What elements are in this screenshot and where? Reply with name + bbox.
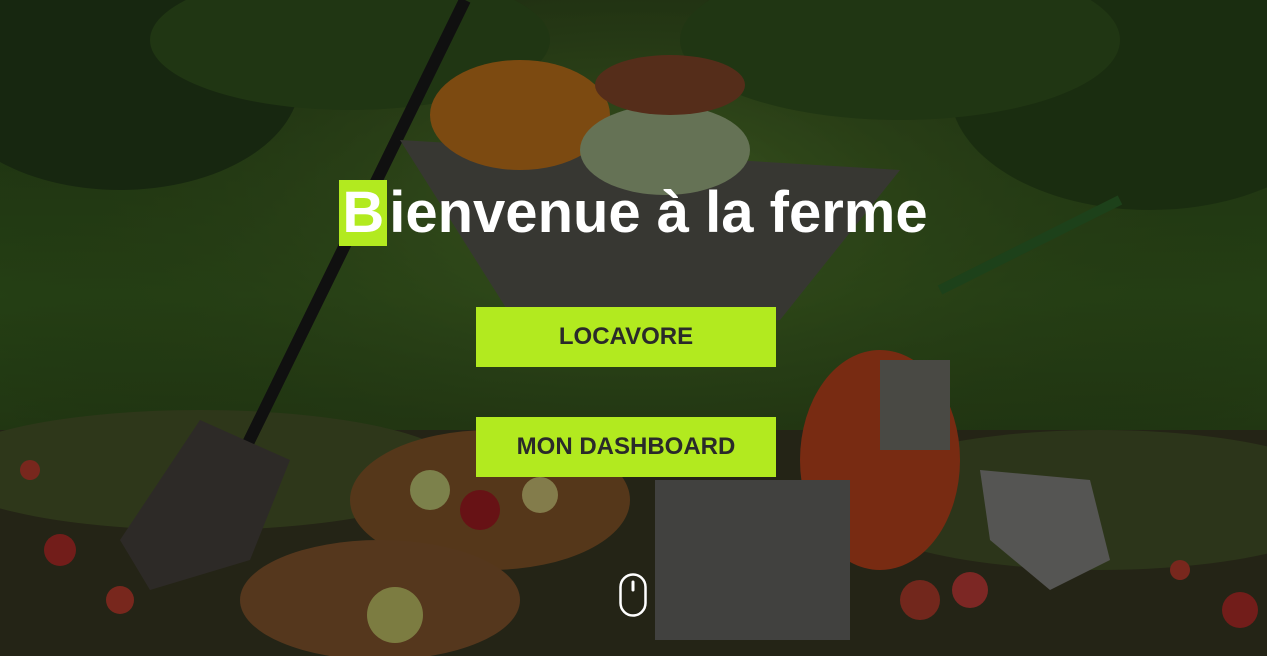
title-first-letter-highlight: B (339, 180, 388, 246)
title-text: ienvenue à la ferme (389, 180, 928, 245)
hero-section: Bienvenue à la ferme LOCAVORE MON DASHBO… (0, 0, 1267, 656)
dashboard-button[interactable]: MON DASHBOARD (476, 417, 776, 477)
locavore-button[interactable]: LOCAVORE (476, 307, 776, 367)
mouse-scroll-icon[interactable] (619, 573, 647, 617)
page-title: Bienvenue à la ferme (0, 180, 1267, 246)
